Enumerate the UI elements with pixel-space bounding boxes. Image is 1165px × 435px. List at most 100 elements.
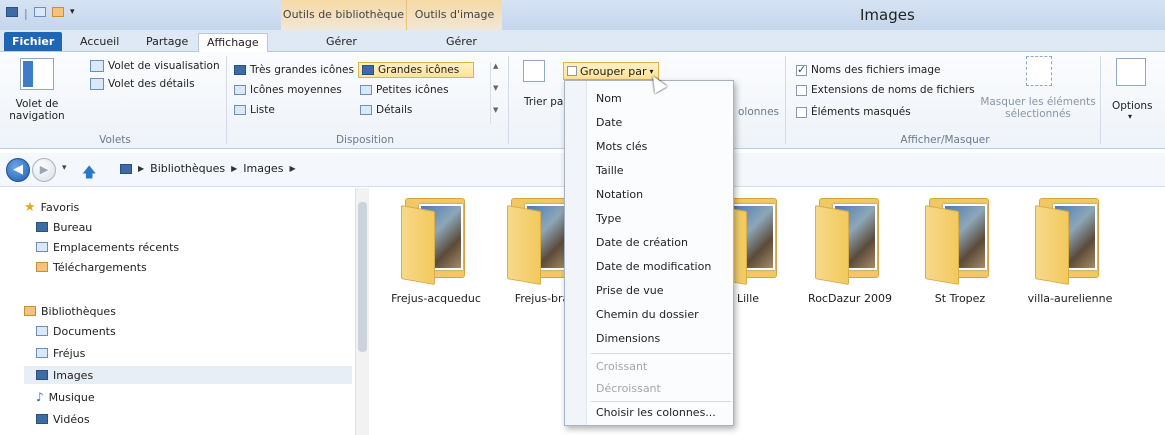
details-pane-label: Volet des détails <box>108 78 195 90</box>
menu-item-taille[interactable]: Taille <box>596 161 624 181</box>
menu-item-date[interactable]: Date <box>596 113 622 133</box>
menu-item-date-modification[interactable]: Date de modification <box>596 257 711 277</box>
nav-item-videos[interactable]: Vidéos <box>36 410 90 428</box>
forward-button[interactable]: ▶ <box>32 158 56 182</box>
nav-item-frejus[interactable]: Fréjus <box>36 344 85 362</box>
folder-label: St Tropez <box>934 292 986 305</box>
nav-scrollbar-thumb[interactable] <box>358 202 367 352</box>
recent-locations-button[interactable]: ▾ <box>62 163 74 175</box>
menu-item-notation[interactable]: Notation <box>596 185 643 205</box>
hidden-items-checkbox[interactable] <box>796 106 807 118</box>
nav-item-documents[interactable]: Documents <box>36 322 116 340</box>
library-folder-icon <box>36 348 48 358</box>
new-folder-icon[interactable] <box>52 7 64 23</box>
forward-arrow-icon: ▶ <box>39 163 49 176</box>
layout-option-label: Grandes icônes <box>378 64 460 76</box>
breadcrumb-item[interactable]: Images <box>243 162 283 175</box>
menu-item-nom[interactable]: Nom <box>596 89 622 109</box>
preview-pane-icon <box>90 60 104 72</box>
hidden-items-checkbox-row[interactable]: Éléments masqués <box>796 106 911 118</box>
menu-item-chemin-dossier[interactable]: Chemin du dossier <box>596 305 699 325</box>
nav-item-telechargements[interactable]: Téléchargements <box>36 258 147 276</box>
navigation-pane: ★ Favoris Bureau Emplacements récents Té… <box>0 188 370 435</box>
tab-partage[interactable]: Partage <box>138 33 196 52</box>
nav-item-musique[interactable]: ♪ Musique <box>36 388 95 406</box>
folder-item[interactable]: villa-aurelienne <box>1010 194 1130 305</box>
menu-separator <box>591 353 731 354</box>
options-button[interactable]: Options <box>1112 100 1153 112</box>
menu-gutter <box>565 81 587 425</box>
folder-icon <box>925 194 995 285</box>
nav-label: Bibliothèques <box>41 304 116 318</box>
navigation-pane-icon <box>20 58 54 90</box>
list-icon <box>234 105 246 115</box>
layout-option-label: Détails <box>376 104 413 116</box>
small-icons-icon <box>360 85 372 95</box>
menu-item-mots-cles[interactable]: Mots clés <box>596 137 647 157</box>
preview-pane-button[interactable]: Volet de visualisation <box>90 60 220 72</box>
nav-libraries-header[interactable]: Bibliothèques <box>24 302 116 320</box>
tab-accueil[interactable]: Accueil <box>72 33 127 52</box>
folder-item[interactable]: Frejus-acqueduc <box>376 194 496 305</box>
file-list: Frejus-acqueduc Frejus-bra Lille RocDazu… <box>370 188 1165 435</box>
group-by-label: Grouper par <box>580 64 647 78</box>
extensions-checkbox-row[interactable]: Extensions de noms de fichiers <box>796 84 975 96</box>
properties-icon[interactable] <box>34 7 46 23</box>
folder-item[interactable]: St Tropez <box>900 194 1020 305</box>
folder-item[interactable]: RocDazur 2009 <box>790 194 910 305</box>
nav-item-emplacements-recents[interactable]: Emplacements récents <box>36 238 179 256</box>
tab-fichier[interactable]: Fichier <box>4 32 63 51</box>
menu-item-date-creation[interactable]: Date de création <box>596 233 688 253</box>
tab-gerer-bibliotheque[interactable]: Gérer <box>318 33 365 52</box>
back-button[interactable]: ◀ <box>6 158 30 182</box>
extra-large-icons-icon <box>234 65 246 75</box>
window-icon <box>6 7 18 23</box>
breadcrumb-separator[interactable]: ▶ <box>138 164 144 173</box>
up-button[interactable]: 🡅 <box>82 162 98 181</box>
context-tab-bibliotheque: Outils de bibliothèque <box>281 0 407 30</box>
breadcrumb-item[interactable]: Bibliothèques <box>150 162 225 175</box>
group-by-button[interactable]: Grouper par ▾ <box>563 62 659 80</box>
tab-gerer-image[interactable]: Gérer <box>438 33 485 52</box>
group-by-menu: Nom Date Mots clés Taille Notation Type … <box>564 80 734 426</box>
layout-extra-large-icons[interactable]: Très grandes icônes <box>234 64 354 76</box>
ribbon-separator <box>508 56 509 144</box>
title-bar: | ▾ Outils de bibliothèque Outils d'imag… <box>0 0 1165 30</box>
ribbon-tabs: Fichier Accueil Partage Affichage Gérer … <box>0 30 1165 52</box>
layout-medium-icons[interactable]: Icônes moyennes <box>234 84 342 96</box>
extensions-checkbox[interactable] <box>796 84 807 96</box>
menu-item-type[interactable]: Type <box>596 209 621 229</box>
layout-small-icons[interactable]: Petites icônes <box>360 84 449 96</box>
options-dropdown-icon[interactable]: ▾ <box>1128 112 1132 121</box>
nav-favorites-header[interactable]: ★ Favoris <box>24 198 79 216</box>
file-name-checkbox-row[interactable]: Noms des fichiers image <box>796 63 941 76</box>
back-arrow-icon: ◀ <box>13 162 23 177</box>
details-pane-button[interactable]: Volet des détails <box>90 78 195 90</box>
breadcrumb-separator[interactable]: ▶ <box>289 164 295 173</box>
navigation-pane-button[interactable]: Volet de navigation <box>2 98 72 122</box>
layout-gallery-scroll[interactable]: ▲ ▼ ▼ <box>490 62 502 124</box>
layout-details[interactable]: Détails <box>360 104 412 116</box>
file-name-checkbox[interactable] <box>796 63 807 76</box>
hide-selected-button[interactable]: Masquer les éléments sélectionnés <box>978 96 1098 120</box>
menu-item-choisir-colonnes[interactable]: Choisir les colonnes... <box>596 403 716 423</box>
videos-icon <box>36 414 48 424</box>
nav-item-images[interactable]: Images <box>24 366 352 384</box>
medium-icons-icon <box>234 85 246 95</box>
layout-large-icons[interactable]: Grandes icônes <box>358 62 475 78</box>
menu-item-dimensions[interactable]: Dimensions <box>596 329 660 349</box>
qat-customize-icon[interactable]: ▾ <box>70 7 75 23</box>
layout-list[interactable]: Liste <box>234 104 275 116</box>
large-icons-icon <box>362 65 374 75</box>
hidden-items-checkbox-label: Éléments masqués <box>811 106 911 118</box>
sort-by-button[interactable]: Trier par <box>524 96 568 108</box>
breadcrumb-separator[interactable]: ▶ <box>231 164 237 173</box>
nav-item-bureau[interactable]: Bureau <box>36 218 92 236</box>
context-tab-image: Outils d'image <box>407 0 502 30</box>
columns-button-label[interactable]: olonnes <box>738 106 779 118</box>
pictures-icon <box>36 370 48 380</box>
tab-affichage[interactable]: Affichage <box>198 33 268 52</box>
library-icon <box>120 163 132 174</box>
menu-item-prise-de-vue[interactable]: Prise de vue <box>596 281 664 301</box>
nav-label: Favoris <box>40 200 80 214</box>
